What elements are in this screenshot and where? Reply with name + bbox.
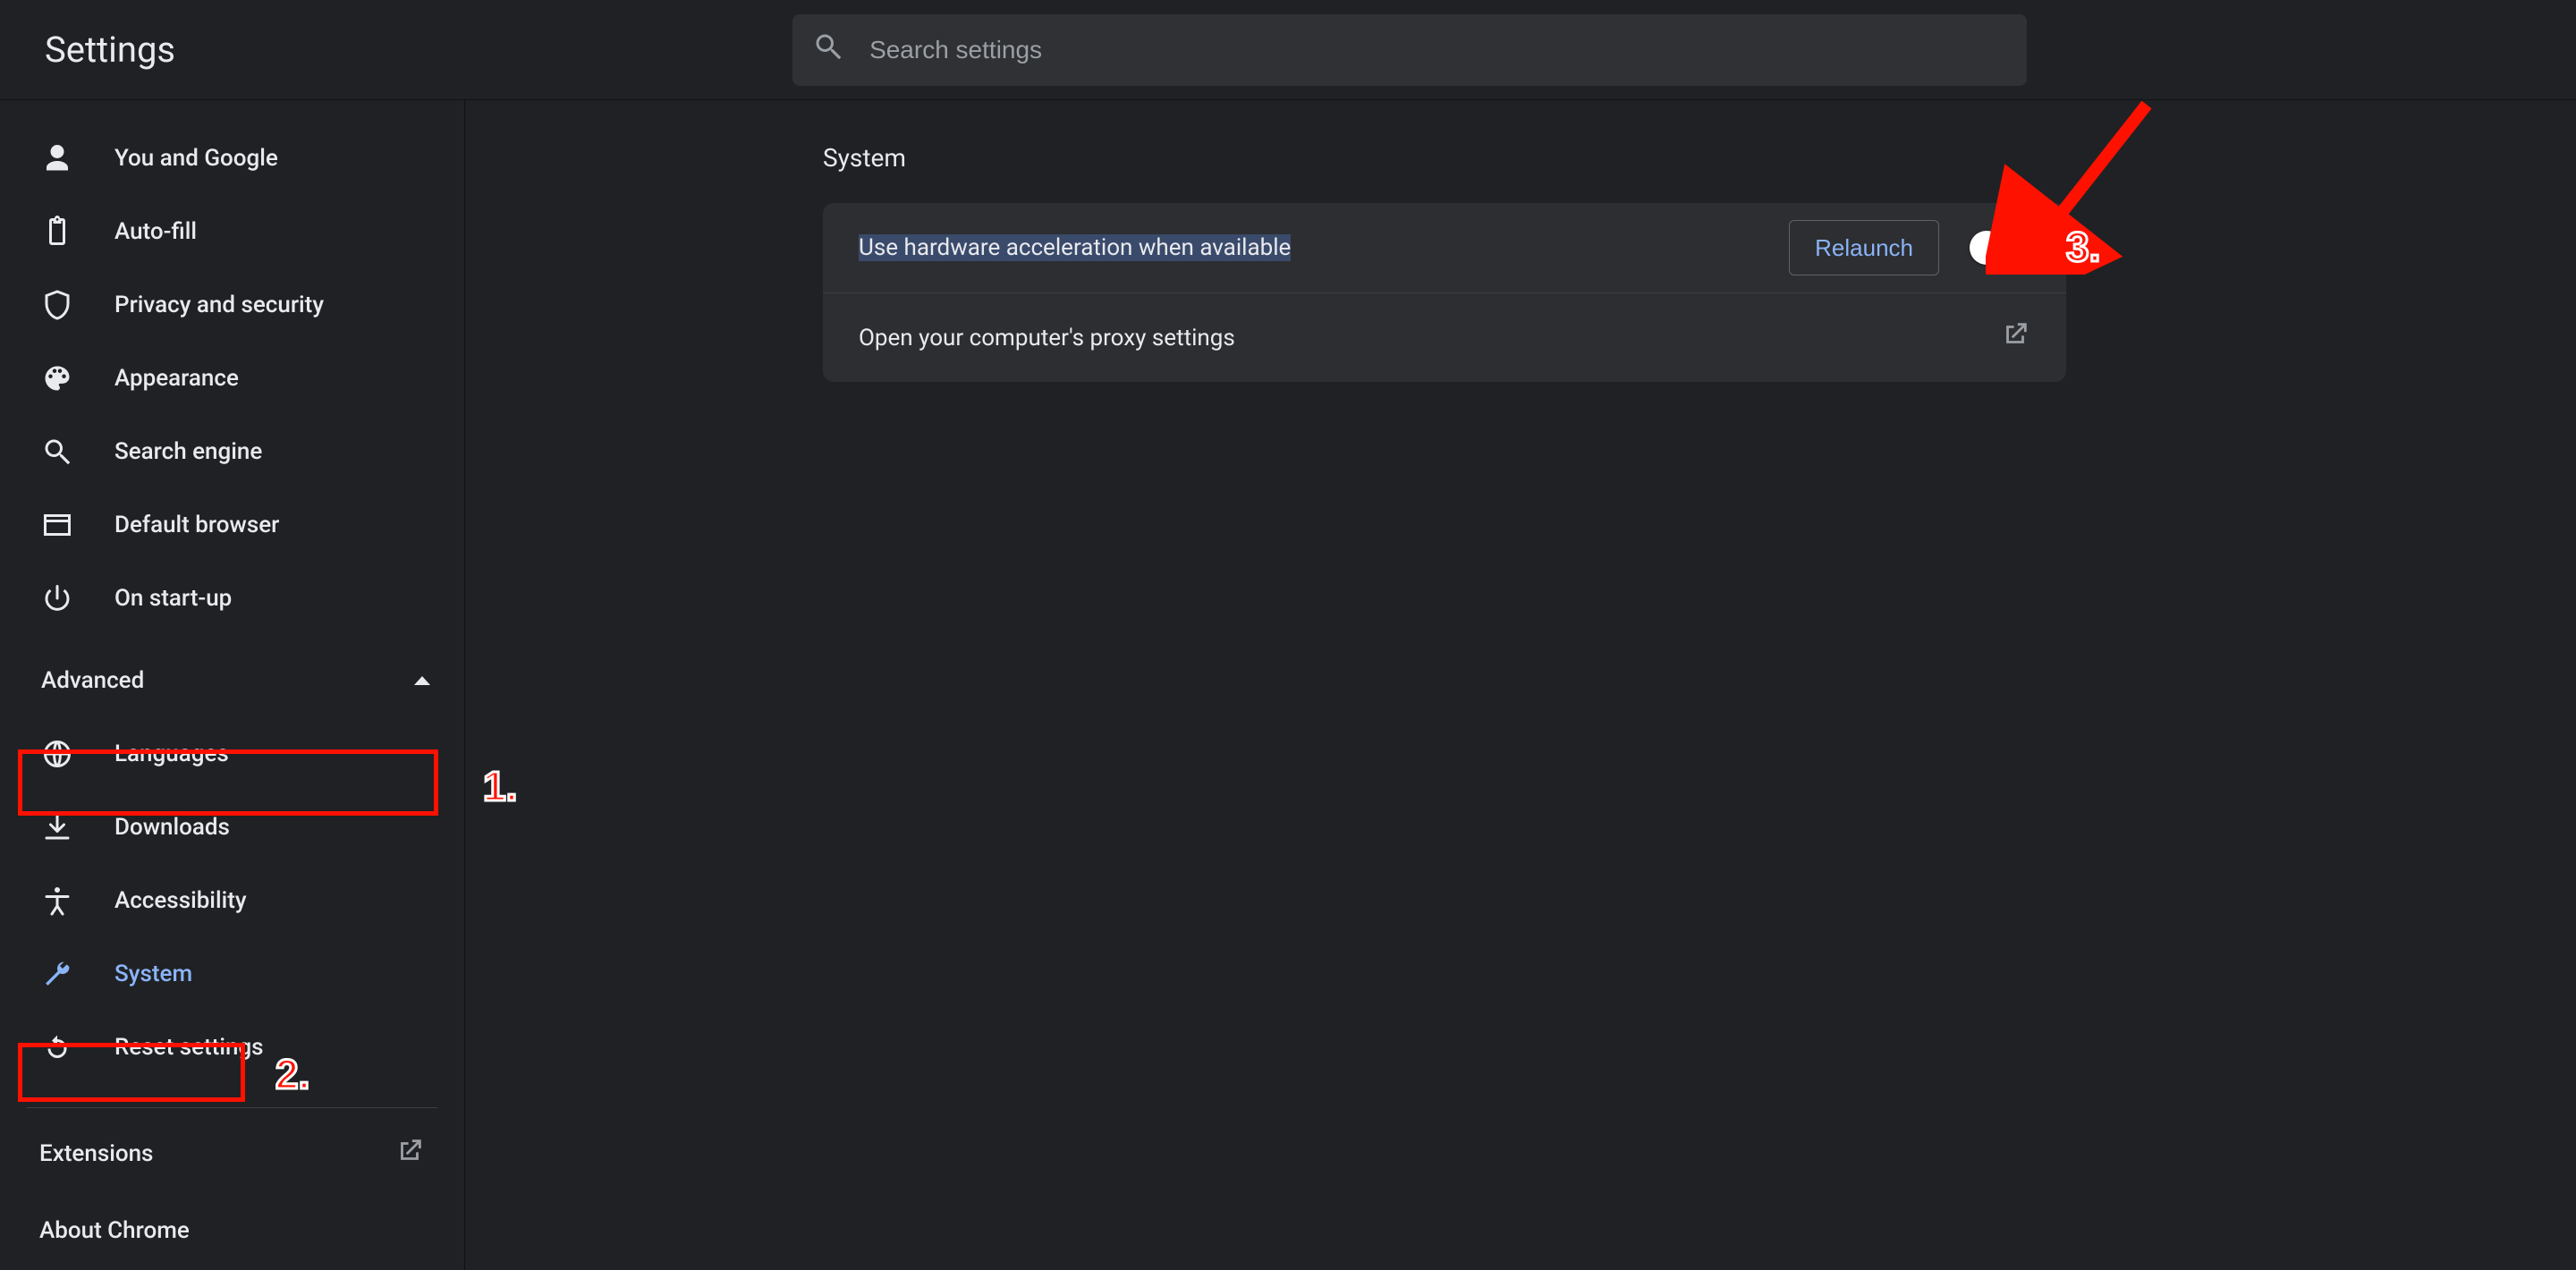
chevron-up-icon [414, 676, 430, 685]
sidebar-item-autofill[interactable]: Auto-fill [0, 195, 464, 268]
advanced-label: Advanced [41, 667, 144, 694]
sidebar-item-search-engine[interactable]: Search engine [0, 415, 464, 488]
sidebar-item-label: Downloads [114, 814, 230, 841]
window-icon [41, 509, 73, 541]
external-link-icon [394, 1136, 425, 1173]
sidebar-item-label: Extensions [39, 1140, 153, 1167]
top-bar: Settings [0, 0, 2576, 100]
setting-controls: Relaunch [1789, 220, 2030, 275]
search-field[interactable] [792, 14, 2027, 86]
sidebar-item-about[interactable]: About Chrome [27, 1192, 437, 1269]
sidebar-item-label: You and Google [114, 145, 278, 172]
sidebar-item-default-browser[interactable]: Default browser [0, 488, 464, 562]
sidebar-item-startup[interactable]: On start-up [0, 562, 464, 635]
sidebar-footer: Extensions About Chrome [27, 1107, 437, 1269]
toggle-knob [1970, 231, 2004, 265]
setting-row-hardware-accel: Use hardware acceleration when available… [823, 203, 2066, 292]
sidebar-item-appearance[interactable]: Appearance [0, 342, 464, 415]
person-icon [41, 142, 73, 174]
setting-row-proxy[interactable]: Open your computer's proxy settings [823, 292, 2066, 382]
sidebar-item-languages[interactable]: Languages [0, 717, 464, 791]
sidebar-item-label: Accessibility [114, 887, 247, 914]
sidebar-item-privacy[interactable]: Privacy and security [0, 268, 464, 342]
reset-icon [41, 1031, 73, 1063]
settings-card-system: Use hardware acceleration when available… [823, 203, 2066, 382]
sidebar-item-label: On start-up [114, 585, 232, 612]
relaunch-button[interactable]: Relaunch [1789, 220, 1939, 275]
toggle-hardware-accel[interactable] [1971, 234, 2030, 261]
annotation-number-3: 3. [2066, 223, 2100, 271]
sidebar-item-label: Reset settings [114, 1034, 264, 1061]
globe-icon [41, 738, 73, 770]
sidebar-item-label: System [114, 961, 192, 987]
sidebar-section-advanced[interactable]: Advanced [0, 644, 464, 717]
wrench-icon [41, 958, 73, 990]
sidebar-item-system[interactable]: System [0, 937, 464, 1011]
sidebar-item-you-and-google[interactable]: You and Google [0, 122, 464, 195]
sidebar-item-label: Default browser [114, 512, 279, 538]
sidebar-item-label: Auto-fill [114, 218, 197, 245]
search-icon [41, 436, 73, 468]
search-input[interactable] [868, 14, 2007, 86]
main-content: System Use hardware acceleration when av… [465, 100, 2576, 1270]
sidebar-item-downloads[interactable]: Downloads [0, 791, 464, 864]
sidebar-item-label: Search engine [114, 438, 262, 465]
shield-icon [41, 289, 73, 321]
sidebar: You and Google Auto-fill Privacy and sec… [0, 100, 465, 1270]
clipboard-icon [41, 216, 73, 248]
external-link-icon [2000, 319, 2030, 356]
search-icon [812, 30, 844, 69]
sidebar-item-label: Languages [114, 741, 229, 767]
download-icon [41, 811, 73, 843]
power-icon [41, 582, 73, 614]
palette-icon [41, 362, 73, 394]
setting-label: Open your computer's proxy settings [859, 325, 1235, 351]
sidebar-item-label: About Chrome [39, 1217, 190, 1244]
sidebar-item-label: Privacy and security [114, 292, 324, 318]
page-title: Settings [45, 29, 175, 71]
section-title: System [823, 143, 2576, 173]
sidebar-item-accessibility[interactable]: Accessibility [0, 864, 464, 937]
sidebar-item-extensions[interactable]: Extensions [27, 1115, 437, 1192]
sidebar-item-reset[interactable]: Reset settings [0, 1011, 464, 1084]
accessibility-icon [41, 885, 73, 917]
sidebar-item-label: Appearance [114, 365, 239, 392]
setting-label: Use hardware acceleration when available [859, 234, 1291, 261]
